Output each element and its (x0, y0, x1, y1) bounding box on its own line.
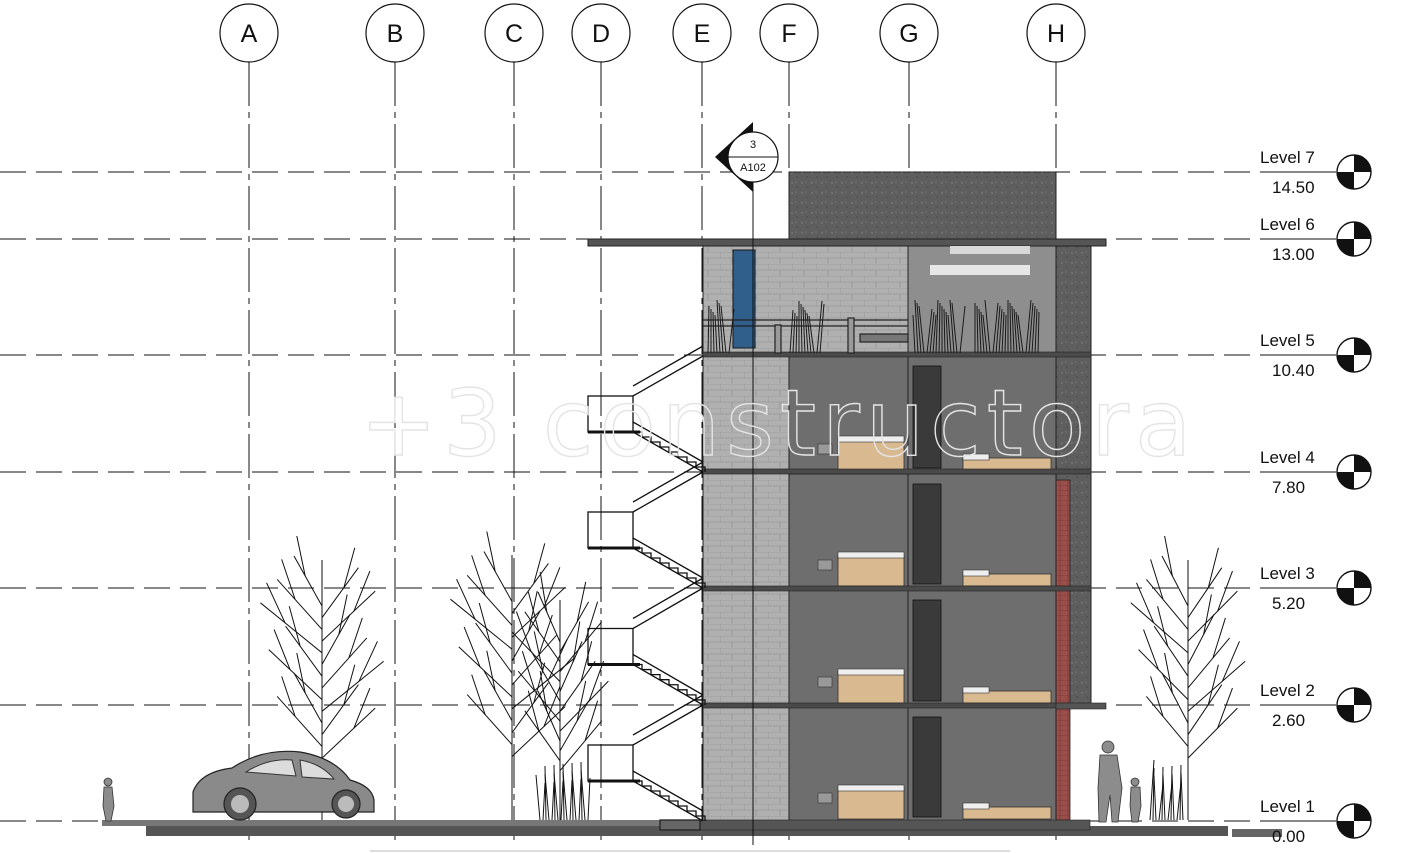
level-elevation: 10.40 (1272, 361, 1315, 380)
elevation-drawing: 3 A102 +3 constructora A B C D E F G H Level 7 1… (0, 3, 1372, 852)
roof-slab (587, 238, 1107, 247)
grid-label: B (387, 20, 404, 48)
grid-label: A (241, 20, 258, 48)
bed (837, 555, 905, 587)
car-icon (192, 750, 375, 821)
section-sheet: A102 (740, 162, 766, 174)
grid-label: G (899, 20, 918, 48)
level-name: Level 2 (1260, 681, 1315, 700)
brick-strip (1055, 479, 1071, 821)
level-head-icon[interactable]: Level 1 0.00 (1260, 797, 1372, 846)
level-head-icon[interactable]: Level 7 14.50 (1260, 148, 1372, 197)
section-number: 3 (750, 139, 756, 151)
level-name: Level 6 (1260, 215, 1315, 234)
bed (837, 788, 905, 820)
watermark: +3 constructora (360, 370, 1197, 477)
level-head-icon[interactable]: Level 6 13.00 (1260, 215, 1372, 264)
grid-label: E (694, 20, 711, 48)
tree-icon (511, 571, 609, 820)
grid-label: C (505, 20, 523, 48)
grid-bubble-g[interactable]: G (879, 3, 939, 63)
grid-bubble-d[interactable]: D (571, 3, 631, 63)
level-name: Level 7 (1260, 148, 1315, 167)
level-head-icon[interactable]: Level 3 5.20 (1260, 564, 1372, 613)
level-name: Level 5 (1260, 331, 1315, 350)
level-name: Level 3 (1260, 564, 1315, 583)
bed (837, 672, 905, 704)
level-head-icon[interactable]: Level 2 2.60 (1260, 681, 1372, 730)
grid-bubble-f[interactable]: F (759, 3, 819, 63)
ground-slab (699, 819, 1091, 831)
level-elevation: 5.20 (1272, 594, 1305, 613)
level-name: Level 1 (1260, 797, 1315, 816)
level-elevation: 0.00 (1272, 827, 1305, 846)
grid-bubble-h[interactable]: H (1026, 3, 1086, 63)
floor-slab (702, 351, 1092, 358)
window (732, 249, 756, 349)
wardrobe (912, 716, 942, 818)
level-head-icon[interactable]: Level 5 10.40 (1260, 331, 1372, 380)
grid-bubble-e[interactable]: E (672, 3, 732, 63)
level-head-icon[interactable]: Level 4 7.80 (1260, 448, 1372, 497)
level-elevation: 14.50 (1272, 178, 1315, 197)
tree-icon (450, 531, 574, 820)
level-elevation: 7.80 (1272, 478, 1305, 497)
level-elevation: 13.00 (1272, 245, 1315, 264)
wardrobe (912, 599, 942, 702)
floor-slab (702, 585, 1092, 592)
tree-icon (1130, 535, 1246, 820)
level-name: Level 4 (1260, 448, 1315, 467)
grid-label: F (781, 20, 796, 48)
grid-label: H (1047, 20, 1065, 48)
roof-volume (788, 171, 1057, 241)
level-elevation: 2.60 (1272, 711, 1305, 730)
grid-bubble-c[interactable]: C (484, 3, 544, 63)
grid-label: D (592, 20, 610, 48)
wardrobe (912, 483, 942, 585)
level-lines (0, 171, 1330, 822)
floor-slab (702, 702, 1092, 709)
building (587, 171, 1107, 831)
grid-bubble-a[interactable]: A (219, 3, 279, 63)
grid-bubble-b[interactable]: B (365, 3, 425, 63)
